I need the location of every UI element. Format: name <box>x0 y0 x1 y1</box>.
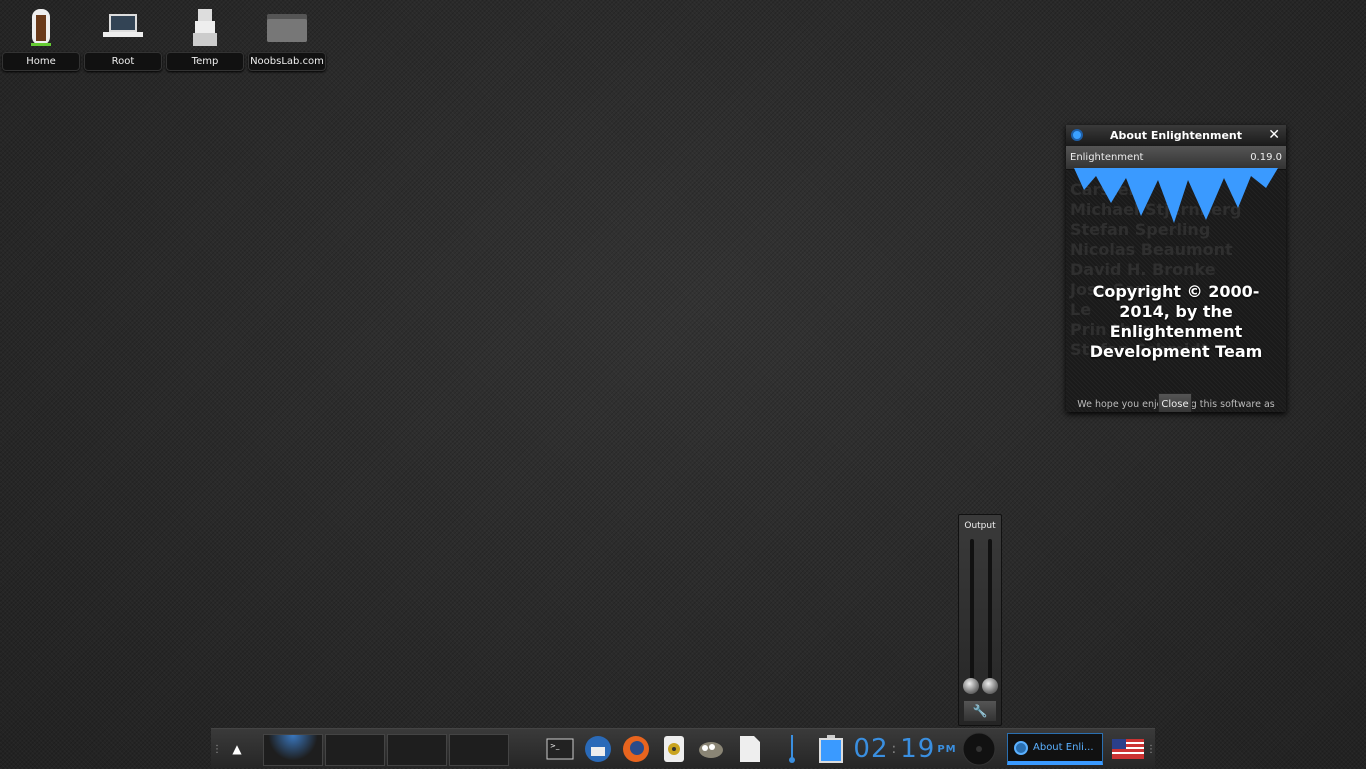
clock-gadget[interactable]: 02:19 PM <box>853 729 957 769</box>
virtual-desktop-4[interactable] <box>449 734 509 766</box>
clock-hours: 02 <box>853 734 889 764</box>
close-button[interactable]: Close <box>1158 393 1192 412</box>
temperature-gadget[interactable] <box>785 729 799 769</box>
clock-ampm: PM <box>937 743 957 755</box>
gimp-launcher[interactable] <box>695 729 727 769</box>
taskbar-item-about[interactable]: About Enli... <box>1007 733 1103 765</box>
chevron-up-icon: ▲ <box>232 742 242 756</box>
start-menu-button[interactable]: ▲ <box>227 729 247 769</box>
terminal-icon: >_ <box>546 738 574 760</box>
left-volume-knob[interactable] <box>963 678 979 694</box>
thunderbird-launcher[interactable] <box>583 729 613 769</box>
virtual-desktop-1[interactable] <box>263 734 323 766</box>
text-editor-launcher[interactable] <box>737 729 763 769</box>
svg-text:>_: >_ <box>550 742 560 750</box>
dialog-titlebar[interactable]: About Enlightenment ✕ <box>1066 125 1286 146</box>
mixer-settings-button[interactable]: 🔧 <box>964 701 996 721</box>
desktop-icon-label: Temp <box>166 52 244 71</box>
credit: Nicolas Beaumont <box>1070 240 1233 259</box>
copyright-text: Copyright © 2000-2014, by the Enlightenm… <box>1089 282 1263 361</box>
desktop-icon-home[interactable]: Home <box>2 4 80 71</box>
version-header: Enlightenment 0.19.0 <box>1066 146 1286 170</box>
dialog-title: About Enlightenment <box>1109 129 1243 142</box>
about-dialog: About Enlightenment ✕ Enlightenment 0.19.0… <box>1066 125 1286 412</box>
laptop-icon <box>84 4 162 50</box>
task-label: About Enli... <box>1033 742 1094 753</box>
firefox-icon <box>623 736 649 762</box>
clock-minutes: 19 <box>900 734 936 764</box>
enlightenment-icon <box>1071 129 1083 141</box>
shelf-handle-right[interactable]: ⋮ <box>1146 729 1156 769</box>
battery-icon <box>819 735 843 763</box>
desktop-icon-root[interactable]: Root <box>84 4 162 71</box>
close-icon[interactable]: ✕ <box>1268 125 1280 146</box>
battery-gadget[interactable] <box>817 729 845 769</box>
clock-separator: : <box>891 741 898 757</box>
speaker-volume-icon <box>962 732 996 766</box>
credit: David H. Bronke <box>1070 260 1216 279</box>
us-flag-icon <box>1112 739 1144 759</box>
logo-sun-decoration <box>1074 168 1278 223</box>
gimp-icon <box>699 742 723 758</box>
virtual-desktop-3[interactable] <box>387 734 447 766</box>
document-icon <box>740 736 760 762</box>
app-version: 0.19.0 <box>1250 152 1282 163</box>
desktop-icon-label: Home <box>2 52 80 71</box>
right-volume-slider[interactable] <box>988 539 992 689</box>
keyboard-layout-gadget[interactable] <box>1111 729 1145 769</box>
desktop-icon-label: NoobsLab.com <box>248 52 326 71</box>
boxes-icon <box>166 4 244 50</box>
mixer-gadget[interactable] <box>961 729 997 769</box>
left-volume-slider[interactable] <box>970 539 974 689</box>
thermometer-icon <box>789 735 795 763</box>
credit: Stefan Sperling <box>1070 220 1211 239</box>
folder-icon <box>248 4 326 50</box>
audio-player-launcher[interactable] <box>661 729 687 769</box>
right-volume-knob[interactable] <box>982 678 998 694</box>
door-icon <box>2 4 80 50</box>
enlightenment-icon <box>1014 740 1028 755</box>
virtual-desktop-2[interactable] <box>325 734 385 766</box>
desktop-icon-noobslab[interactable]: NoobsLab.com <box>248 4 326 71</box>
credits-area: CarstenMichael StjernbergStefan Sperling… <box>1066 168 1286 412</box>
wrench-icon: 🔧 <box>972 704 988 718</box>
mixer-popup: Output 🔧 <box>958 514 1002 726</box>
shelf-panel: ⋮ ▲ >_ 02:19 PM About Enli... ⋮ <box>211 728 1156 769</box>
firefox-launcher[interactable] <box>621 729 651 769</box>
terminal-launcher[interactable]: >_ <box>545 729 575 769</box>
desktop-icon-temp[interactable]: Temp <box>166 4 244 71</box>
desktop-icon-label: Root <box>84 52 162 71</box>
thunderbird-icon <box>585 736 611 762</box>
app-name: Enlightenment <box>1070 152 1144 163</box>
shelf-handle[interactable]: ⋮ <box>212 729 222 769</box>
speaker-icon <box>664 736 684 762</box>
mixer-title: Output <box>964 521 996 531</box>
